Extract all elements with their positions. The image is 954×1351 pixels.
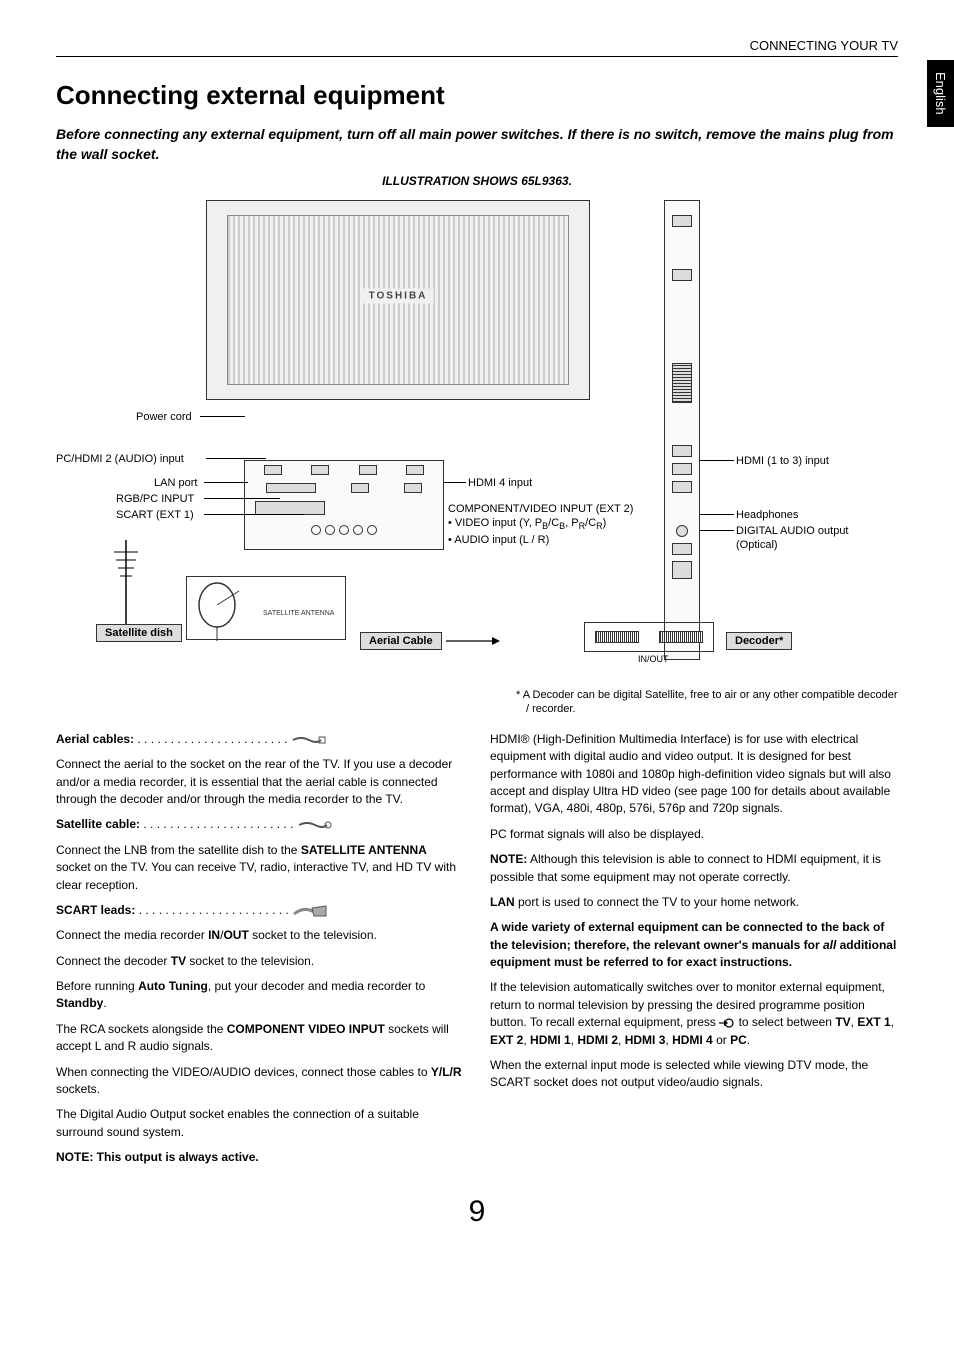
lan-body: LAN port is used to connect the TV to yo… bbox=[490, 894, 898, 911]
scart-body-1: Connect the media recorder IN/OUT socket… bbox=[56, 927, 464, 944]
svg-text:SATELLITE ANTENNA: SATELLITE ANTENNA bbox=[263, 610, 335, 617]
label-pc-hdmi2-audio: PC/HDMI 2 (AUDIO) input bbox=[56, 452, 184, 466]
rca-body: The RCA sockets alongside the COMPONENT … bbox=[56, 1021, 464, 1056]
header-section: CONNECTING YOUR TV bbox=[750, 38, 898, 53]
tv-brand-logo: TOSHIBA bbox=[363, 289, 434, 304]
satellite-cable-icon bbox=[297, 819, 333, 831]
hdmi-body: HDMI® (High-Definition Multimedia Interf… bbox=[490, 731, 898, 818]
scart-leads-heading: SCART leads: bbox=[56, 903, 135, 917]
scart-body-3: Before running Auto Tuning, put your dec… bbox=[56, 978, 464, 1013]
digital-audio-body: The Digital Audio Output socket enables … bbox=[56, 1106, 464, 1141]
pc-format-body: PC format signals will also be displayed… bbox=[490, 826, 898, 843]
hdmi-note: NOTE: Although this television is able t… bbox=[490, 851, 898, 886]
output-active-note: NOTE: This output is always active. bbox=[56, 1149, 464, 1166]
label-scart: SCART (EXT 1) bbox=[116, 508, 194, 522]
left-column: Aerial cables: Connect the aerial to the… bbox=[56, 731, 464, 1175]
label-component: COMPONENT/VIDEO INPUT (EXT 2) • VIDEO in… bbox=[448, 502, 648, 547]
callout-aerial-cable: Aerial Cable bbox=[360, 632, 502, 650]
header-rule bbox=[56, 56, 898, 57]
input-select-icon bbox=[719, 1017, 735, 1029]
callout-decoder: Decoder* bbox=[726, 632, 792, 650]
bottom-connector-panel bbox=[244, 460, 444, 550]
scart-body-2: Connect the decoder TV socket to the tel… bbox=[56, 953, 464, 970]
scart-lead-icon bbox=[292, 904, 328, 918]
callout-satellite-dish: Satellite dish bbox=[96, 624, 182, 642]
label-lan-port: LAN port bbox=[154, 476, 197, 490]
page-number: 9 bbox=[56, 1195, 898, 1229]
satellite-dish-illustration: SATELLITE ANTENNA bbox=[186, 576, 346, 640]
aerial-cables-heading: Aerial cables: bbox=[56, 732, 134, 746]
page-title: Connecting external equipment bbox=[56, 80, 898, 111]
connection-diagram: TOSHIBA bbox=[56, 192, 898, 672]
label-digital-audio: DIGITAL AUDIO output (Optical) bbox=[736, 524, 856, 553]
label-hdmi13: HDMI (1 to 3) input bbox=[736, 454, 829, 468]
subtitle: Before connecting any external equipment… bbox=[56, 125, 898, 164]
decoder-footnote: * A Decoder can be digital Satellite, fr… bbox=[516, 688, 898, 717]
decoder-illustration bbox=[584, 622, 714, 652]
video-audio-body: When connecting the VIDEO/AUDIO devices,… bbox=[56, 1064, 464, 1099]
satellite-cable-heading: Satellite cable: bbox=[56, 817, 140, 831]
dtv-body: When the external input mode is selected… bbox=[490, 1057, 898, 1092]
tv-rear-illustration: TOSHIBA bbox=[206, 200, 590, 400]
label-power-cord: Power cord bbox=[136, 410, 192, 424]
illustration-caption: ILLUSTRATION SHOWS 65L9363. bbox=[56, 174, 898, 188]
label-headphones: Headphones bbox=[736, 508, 798, 522]
aerial-cable-icon bbox=[291, 734, 327, 746]
label-hdmi4: HDMI 4 input bbox=[468, 476, 532, 490]
label-rgb-pc: RGB/PC INPUT bbox=[116, 492, 194, 506]
satellite-cable-body: Connect the LNB from the satellite dish … bbox=[56, 842, 464, 894]
right-column: HDMI® (High-Definition Multimedia Interf… bbox=[490, 731, 898, 1175]
auto-switch-body: If the television automatically switches… bbox=[490, 979, 898, 1049]
side-connector-panel bbox=[664, 200, 700, 660]
aerial-cables-body: Connect the aerial to the socket on the … bbox=[56, 756, 464, 808]
label-inout: IN/OUT bbox=[638, 654, 669, 666]
language-tab: English bbox=[927, 60, 954, 127]
wide-variety-body: A wide variety of external equipment can… bbox=[490, 919, 898, 971]
